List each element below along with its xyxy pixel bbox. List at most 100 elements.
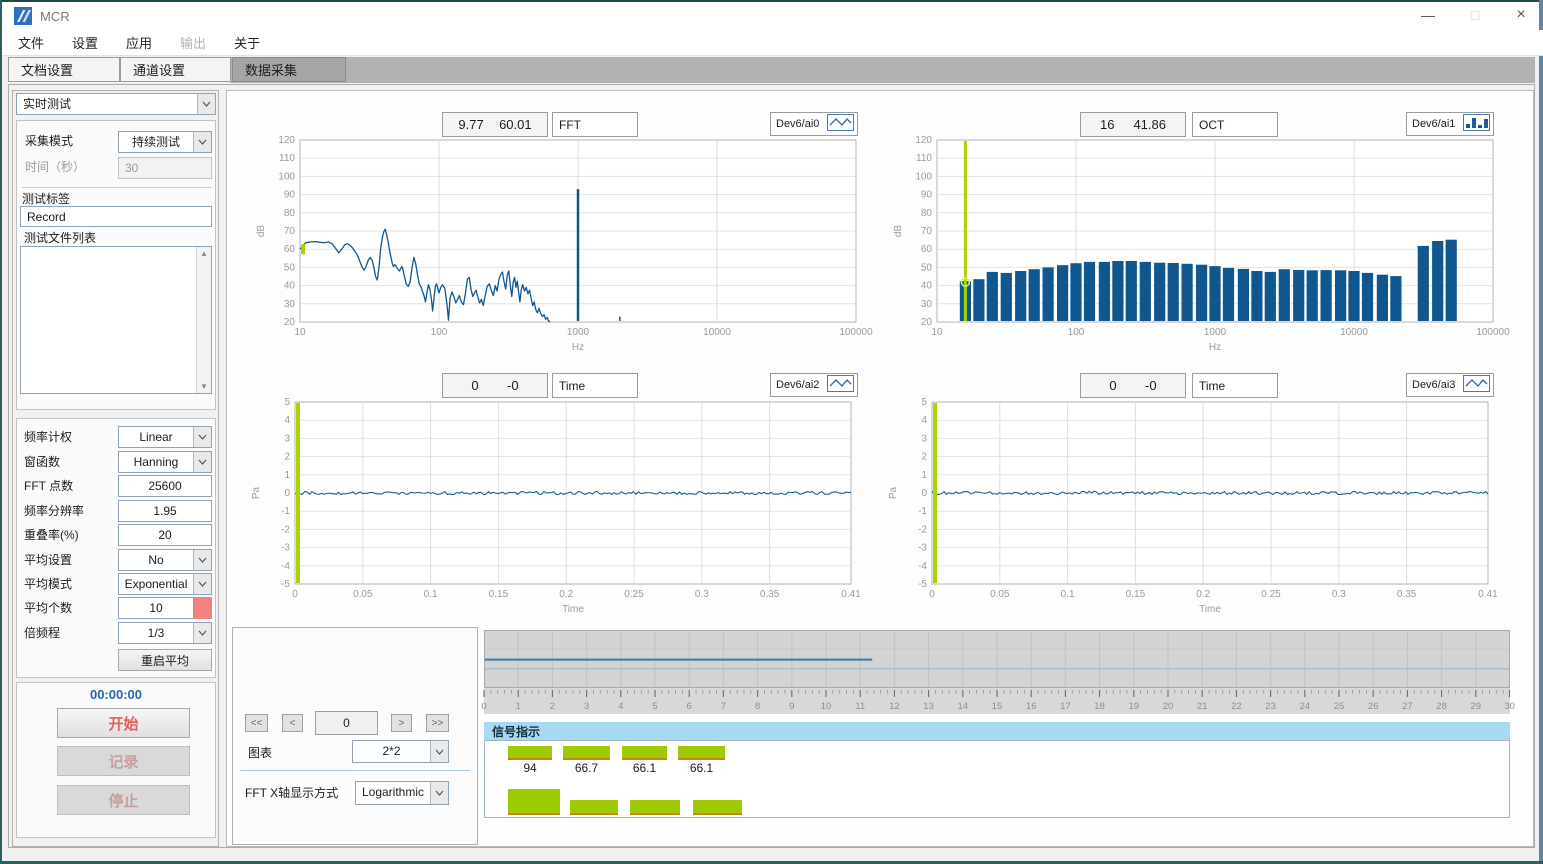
avg-mode-select[interactable]: Exponential xyxy=(118,573,212,595)
svg-text:30: 30 xyxy=(921,299,933,310)
svg-text:10: 10 xyxy=(821,701,832,712)
scroll-up-icon[interactable]: ▲ xyxy=(197,249,211,258)
start-button[interactable]: 开始 xyxy=(57,708,190,738)
avg-count-input[interactable]: 10 xyxy=(118,597,194,619)
svg-text:110: 110 xyxy=(279,153,295,164)
chevron-down-icon[interactable] xyxy=(193,132,211,152)
nav-last-button[interactable]: >> xyxy=(426,714,449,732)
nav-prev-button[interactable]: < xyxy=(282,714,303,732)
close-button[interactable]: × xyxy=(1504,3,1538,27)
svg-text:2: 2 xyxy=(921,452,927,463)
time-chart-ai3[interactable]: -5-4-3-2-101234500.050.10.150.20.250.30.… xyxy=(884,390,1496,618)
svg-text:5: 5 xyxy=(652,701,657,712)
chevron-down-icon[interactable] xyxy=(193,623,211,643)
freq-weighting-select[interactable]: Linear xyxy=(118,426,212,448)
avg-setting-select[interactable]: No xyxy=(118,549,212,571)
svg-text:Time: Time xyxy=(1199,604,1221,615)
nav-first-button[interactable]: << xyxy=(245,714,268,732)
signal-value: 66.7 xyxy=(560,761,613,775)
svg-text:0.2: 0.2 xyxy=(559,589,573,600)
svg-text:-1: -1 xyxy=(281,506,290,517)
svg-text:3: 3 xyxy=(921,433,927,444)
minimize-button[interactable]: — xyxy=(1411,3,1445,27)
overlap-input[interactable]: 20 xyxy=(118,524,212,546)
svg-text:100: 100 xyxy=(1068,327,1085,338)
param-label-freq-resolution: 频率分辨率 xyxy=(24,501,84,522)
chevron-down-icon[interactable] xyxy=(193,427,211,447)
svg-text:-3: -3 xyxy=(918,543,927,554)
svg-text:30: 30 xyxy=(1504,701,1515,712)
signal-level-bar xyxy=(693,800,742,815)
window-title: MCR xyxy=(40,9,70,24)
fft-xaxis-mode-select[interactable]: Logarithmic xyxy=(355,781,449,805)
svg-text:27: 27 xyxy=(1402,701,1413,712)
svg-text:9: 9 xyxy=(789,701,794,712)
tab-document-settings[interactable]: 文档设置 xyxy=(8,57,120,82)
svg-text:20: 20 xyxy=(1163,701,1174,712)
tab-channel-settings[interactable]: 通道设置 xyxy=(120,57,231,82)
param-label-avg-setting: 平均设置 xyxy=(24,550,72,571)
chart-layout-select[interactable]: 2*2 xyxy=(352,740,449,763)
svg-text:dB: dB xyxy=(256,225,267,238)
svg-text:50: 50 xyxy=(284,262,296,273)
svg-text:0.1: 0.1 xyxy=(424,589,438,600)
tab-data-acquisition[interactable]: 数据采集 xyxy=(232,57,346,82)
window-border-left xyxy=(0,0,2,864)
restart-average-button[interactable]: 重启平均 xyxy=(118,649,212,671)
svg-text:120: 120 xyxy=(915,135,932,146)
svg-text:0.2: 0.2 xyxy=(1196,589,1210,600)
acq-mode-select[interactable]: 持续测试 xyxy=(118,131,212,153)
svg-text:0: 0 xyxy=(481,701,486,712)
param-label-avg-count: 平均个数 xyxy=(24,598,72,619)
svg-text:-2: -2 xyxy=(281,524,290,535)
nav-index-input[interactable]: 0 xyxy=(315,711,378,735)
chevron-down-icon[interactable] xyxy=(193,574,211,594)
svg-text:25: 25 xyxy=(1334,701,1345,712)
signal-level-bar xyxy=(622,746,667,760)
fft-points-input[interactable]: 25600 xyxy=(118,475,212,497)
svg-text:0.25: 0.25 xyxy=(624,589,644,600)
signal-level-bar xyxy=(678,746,725,760)
app-logo-icon xyxy=(14,7,32,25)
menu-item-about[interactable]: 关于 xyxy=(234,33,260,52)
nav-next-button[interactable]: > xyxy=(391,714,412,732)
window-function-select[interactable]: Hanning xyxy=(118,451,212,473)
maximize-button[interactable]: □ xyxy=(1458,3,1492,27)
svg-text:40: 40 xyxy=(284,281,296,292)
svg-text:Pa: Pa xyxy=(251,486,262,499)
menu-item-application[interactable]: 应用 xyxy=(126,33,152,52)
menu-item-file[interactable]: 文件 xyxy=(18,33,44,52)
chevron-down-icon[interactable] xyxy=(193,550,211,570)
svg-text:5: 5 xyxy=(921,397,927,408)
svg-text:16: 16 xyxy=(1026,701,1037,712)
menu-item-settings[interactable]: 设置 xyxy=(72,33,98,52)
svg-text:90: 90 xyxy=(284,190,296,201)
chevron-down-icon[interactable] xyxy=(430,782,448,804)
fft-chart[interactable]: 2030405060708090100110120101001000100001… xyxy=(252,128,864,356)
test-file-listbox[interactable]: ▲ ▼ xyxy=(20,246,212,394)
chevron-down-icon[interactable] xyxy=(430,741,448,762)
chevron-down-icon[interactable] xyxy=(197,94,215,114)
scroll-down-icon[interactable]: ▼ xyxy=(197,382,211,391)
chevron-down-icon[interactable] xyxy=(193,452,211,472)
svg-text:0.3: 0.3 xyxy=(695,589,709,600)
freq-resolution-input[interactable]: 1.95 xyxy=(118,500,212,522)
record-timeline[interactable]: 0123456789101112131415161718192021222324… xyxy=(484,630,1510,714)
time-chart-ai2[interactable]: -5-4-3-2-101234500.050.10.150.20.250.30.… xyxy=(247,390,859,618)
scrollbar[interactable]: ▲ ▼ xyxy=(196,247,211,393)
measure-mode-select[interactable]: 实时测试 xyxy=(16,93,216,115)
svg-text:24: 24 xyxy=(1300,701,1311,712)
oct-chart[interactable]: 2030405060708090100110120101001000100001… xyxy=(889,128,1501,356)
svg-text:0: 0 xyxy=(292,589,298,600)
octave-select[interactable]: 1/3 xyxy=(118,622,212,644)
svg-text:19: 19 xyxy=(1129,701,1140,712)
svg-text:2: 2 xyxy=(550,701,555,712)
svg-text:-4: -4 xyxy=(281,561,290,572)
test-tag-input[interactable]: Record xyxy=(20,206,212,227)
svg-text:-5: -5 xyxy=(918,579,927,590)
svg-text:18: 18 xyxy=(1094,701,1105,712)
title-bar: MCR xyxy=(2,2,1539,30)
svg-text:120: 120 xyxy=(278,135,295,146)
svg-text:dB: dB xyxy=(893,225,904,238)
svg-text:-2: -2 xyxy=(918,524,927,535)
